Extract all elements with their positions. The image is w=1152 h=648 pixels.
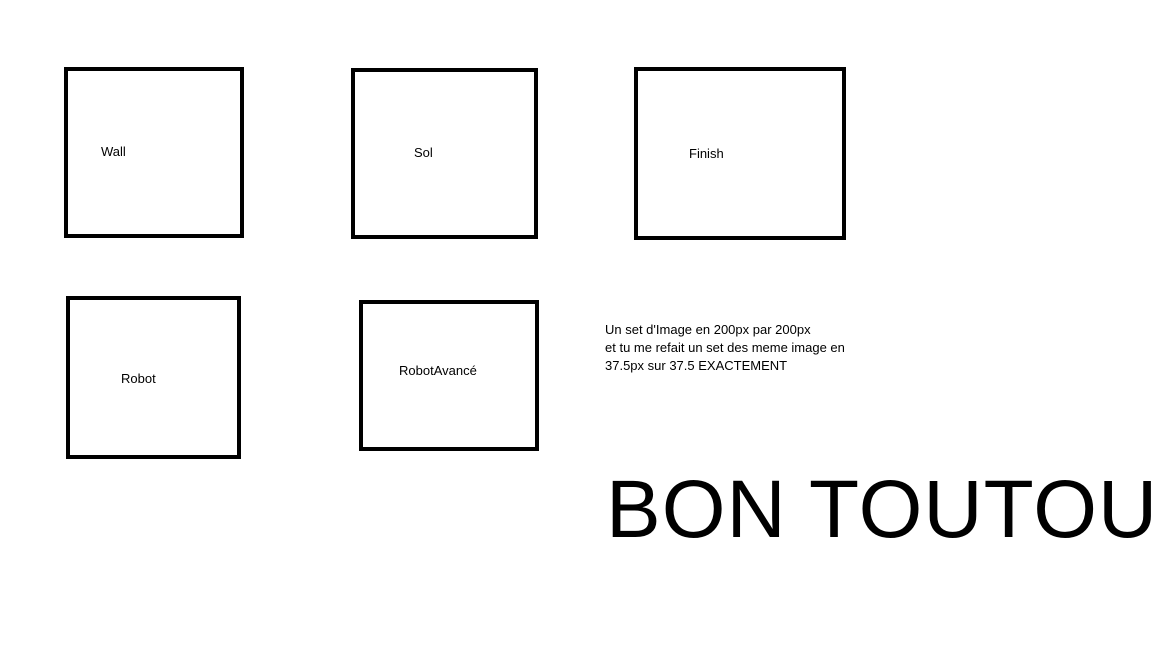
wall-box: Wall <box>64 67 244 238</box>
note-line-1: Un set d'Image en 200px par 200px <box>605 322 811 337</box>
headline-text: BON TOUTOU <box>606 464 1152 555</box>
robot-label: Robot <box>121 371 156 386</box>
robot-avance-box: RobotAvancé <box>359 300 539 451</box>
wall-label: Wall <box>101 144 126 159</box>
note-line-2: et tu me refait un set des meme image en <box>605 340 845 355</box>
note-line-3: 37.5px sur 37.5 EXACTEMENT <box>605 358 788 373</box>
sol-box: Sol <box>351 68 538 239</box>
robot-avance-label: RobotAvancé <box>399 363 477 378</box>
finish-box: Finish <box>634 67 846 240</box>
finish-label: Finish <box>689 146 724 161</box>
instruction-note: Un set d'Image en 200px par 200px et tu … <box>605 321 845 375</box>
sol-label: Sol <box>414 145 433 160</box>
robot-box: Robot <box>66 296 241 459</box>
